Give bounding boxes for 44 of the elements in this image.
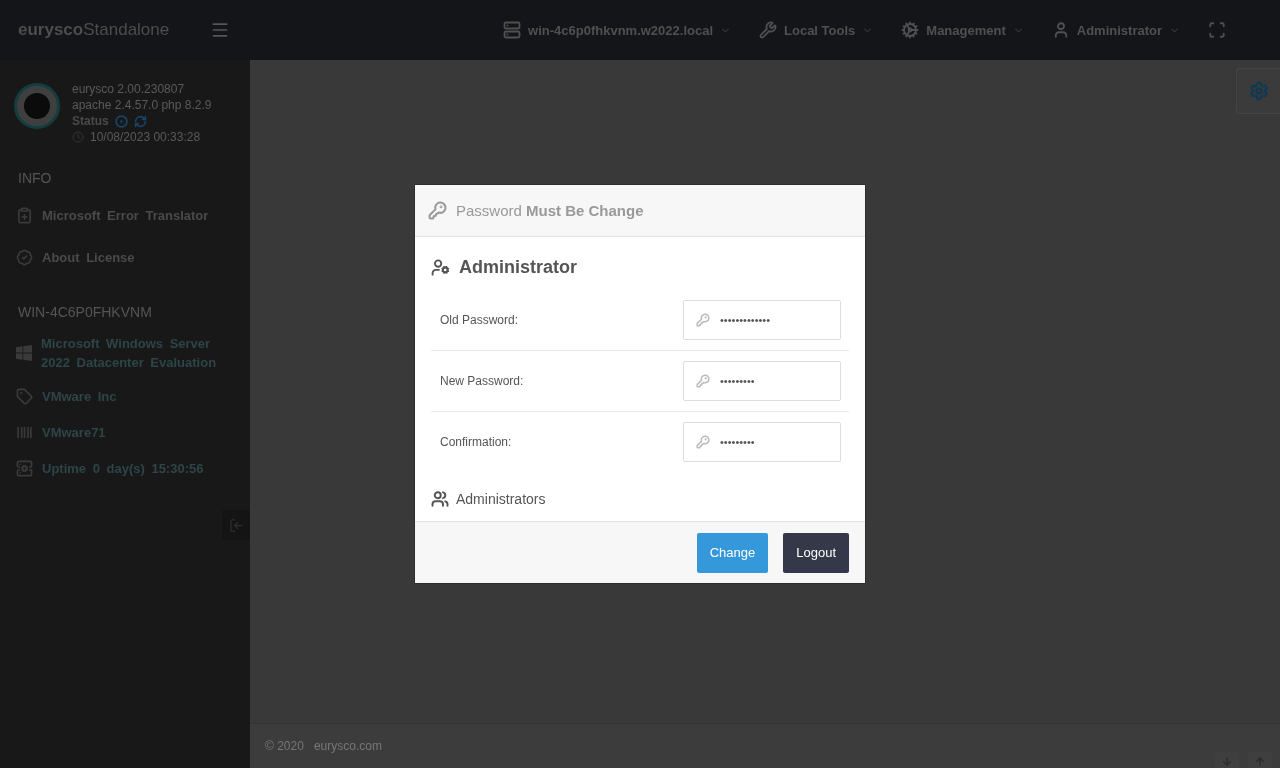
field-label: Confirmation: bbox=[440, 435, 512, 449]
section-title: INFO bbox=[17, 169, 53, 188]
collapse-button[interactable] bbox=[222, 510, 250, 540]
user-heading: Administrator bbox=[459, 257, 577, 278]
version-text: eurysco 2.00.230807 bbox=[72, 82, 186, 96]
field-label: New Password: bbox=[440, 374, 524, 388]
timestamp-text: 10/08/2023 00:33:28 bbox=[90, 130, 201, 144]
section-title: WIN-4C6P0FHKVNM bbox=[17, 303, 153, 322]
password-field[interactable]: ••••••••• bbox=[683, 422, 841, 462]
field-label: Old Password: bbox=[440, 313, 519, 327]
avatar bbox=[14, 83, 60, 129]
key-icon bbox=[428, 201, 447, 220]
wrench-icon bbox=[759, 21, 778, 39]
stack-text: apache 2.4.57.0 php 8.2.9 bbox=[72, 98, 212, 112]
menu-icon[interactable] bbox=[210, 20, 230, 40]
sign-in-icon bbox=[228, 517, 244, 533]
nav-menu[interactable]: Administrator bbox=[1037, 21, 1194, 39]
badge-icon bbox=[16, 248, 33, 266]
password-field[interactable]: ••••••••• bbox=[683, 361, 841, 401]
nav-menu[interactable]: win-4c6p0fhkvnm.w2022.local bbox=[489, 21, 746, 39]
password-field[interactable]: ••••••••••••• bbox=[683, 300, 841, 340]
clipboard-icon bbox=[16, 206, 33, 224]
tag-icon bbox=[16, 387, 33, 405]
refresh-icon bbox=[133, 114, 147, 128]
nav-menu[interactable]: Local Tools bbox=[745, 21, 888, 39]
key-icon bbox=[696, 374, 710, 388]
change-button[interactable]: Change bbox=[696, 532, 769, 573]
dialog-title: Password Must Be Change bbox=[456, 202, 644, 219]
footer-link[interactable]: eurysco.com bbox=[313, 739, 382, 753]
brand-logo[interactable]: euryscoStandalone bbox=[0, 20, 200, 40]
target-icon bbox=[114, 114, 128, 128]
key-icon bbox=[696, 313, 710, 327]
windows-logo-icon bbox=[16, 345, 32, 361]
settings-icon bbox=[1248, 81, 1269, 101]
fullscreen-icon bbox=[1208, 21, 1226, 39]
group-label: Administrators bbox=[456, 491, 546, 507]
logout-button[interactable]: Logout bbox=[783, 532, 849, 573]
copyright-text: © 2020 bbox=[265, 739, 304, 753]
settings-button[interactable] bbox=[1236, 68, 1280, 114]
user-icon bbox=[431, 258, 450, 277]
server-icon bbox=[503, 21, 522, 39]
nav-menu[interactable]: Management bbox=[887, 21, 1038, 39]
key-icon bbox=[696, 435, 710, 449]
users-icon bbox=[431, 490, 449, 508]
